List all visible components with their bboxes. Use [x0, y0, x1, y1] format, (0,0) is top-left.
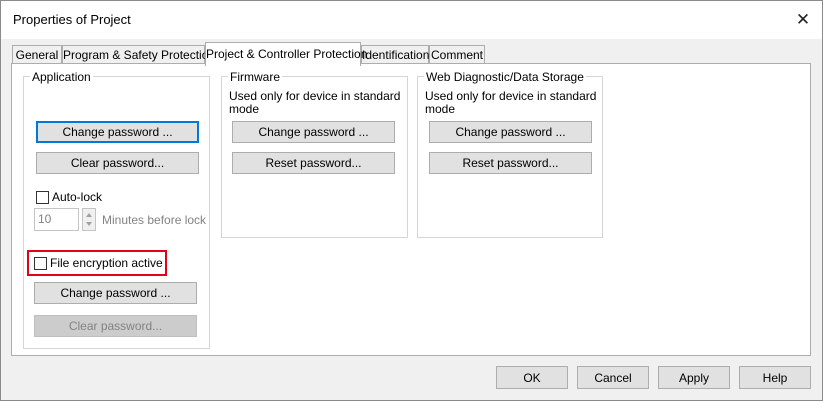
tab-project-controller-protection[interactable]: Project & Controller Protection: [205, 42, 367, 66]
tab-label: Project & Controller Protection: [206, 47, 368, 61]
tab-general[interactable]: General: [12, 45, 62, 65]
file-encryption-label: File encryption active: [50, 256, 163, 270]
tab-label: Program & Safety Protection: [63, 48, 216, 62]
dialog-title: Properties of Project: [13, 12, 131, 27]
minutes-spinner[interactable]: [82, 208, 96, 231]
chevron-down-icon[interactable]: [86, 222, 92, 226]
web-diagnostic-group-title: Web Diagnostic/Data Storage: [424, 70, 586, 84]
encryption-clear-password-button: Clear password...: [34, 315, 197, 337]
ok-button[interactable]: OK: [496, 366, 568, 389]
minutes-before-lock-label: Minutes before lock: [102, 213, 207, 227]
title-bar: Properties of Project ✕: [1, 1, 822, 39]
close-icon: ✕: [795, 10, 811, 29]
minutes-input[interactable]: 10: [34, 208, 79, 231]
clear-password-button[interactable]: Clear password...: [36, 152, 199, 174]
web-diagnostic-change-password-button[interactable]: Change password ...: [429, 121, 592, 143]
chevron-up-icon[interactable]: [86, 213, 92, 217]
firmware-note: Used only for device in standard: [229, 89, 401, 103]
encryption-change-password-button[interactable]: Change password ...: [34, 282, 197, 304]
application-group-title: Application: [30, 70, 93, 84]
firmware-note-2: mode: [229, 102, 260, 116]
web-diagnostic-note: Used only for device in standard: [425, 89, 597, 103]
tab-comment[interactable]: Comment: [429, 45, 485, 65]
firmware-reset-password-button[interactable]: Reset password...: [232, 152, 395, 174]
tab-program-safety-protection[interactable]: Program & Safety Protection: [62, 45, 215, 65]
web-diagnostic-reset-password-button[interactable]: Reset password...: [429, 152, 592, 174]
auto-lock-checkbox[interactable]: [36, 191, 49, 204]
firmware-change-password-button[interactable]: Change password ...: [232, 121, 395, 143]
tab-label: General: [15, 48, 59, 62]
tab-label: Identification: [362, 48, 430, 62]
file-encryption-checkbox[interactable]: [34, 257, 47, 270]
properties-dialog: Properties of Project ✕ General Program …: [0, 0, 823, 401]
firmware-group-title: Firmware: [228, 70, 282, 84]
close-button[interactable]: ✕: [789, 7, 817, 33]
web-diagnostic-note-2: mode: [425, 102, 456, 116]
cancel-button[interactable]: Cancel: [577, 366, 649, 389]
help-button[interactable]: Help: [739, 366, 811, 389]
tab-identification[interactable]: Identification: [361, 45, 429, 65]
auto-lock-label: Auto-lock: [52, 190, 103, 204]
apply-button[interactable]: Apply: [658, 366, 730, 389]
tab-label: Comment: [430, 48, 483, 62]
change-password-button[interactable]: Change password ...: [36, 121, 199, 143]
